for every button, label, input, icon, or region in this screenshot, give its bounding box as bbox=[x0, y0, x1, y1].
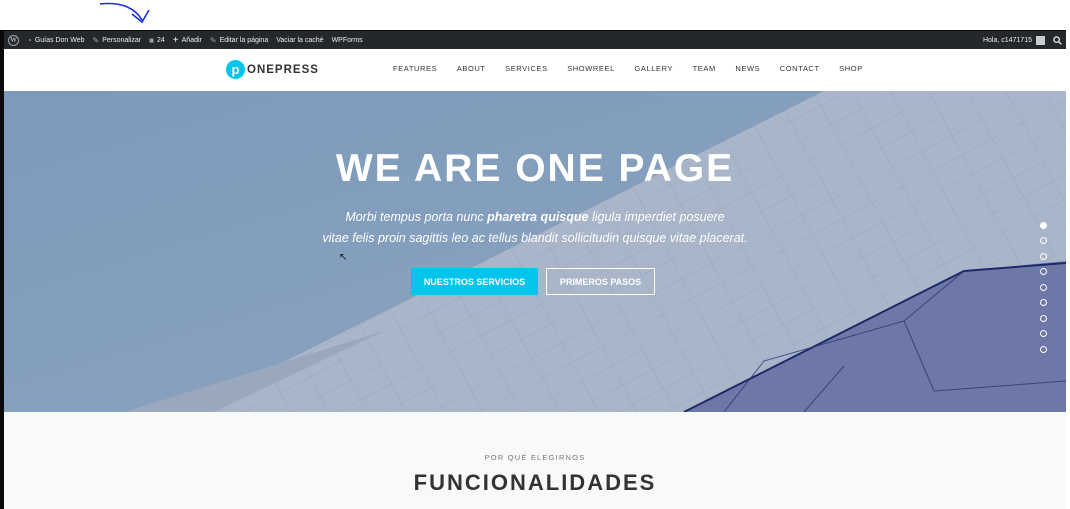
hero-subtitle: Morbi tempus porta nunc pharetra quisque… bbox=[4, 207, 1066, 249]
edit-page-label: Editar la página bbox=[219, 36, 269, 44]
wp-admin-bar: W ◔ Guías Don Web ✎ Personalizar ■ 24 + … bbox=[4, 31, 1066, 49]
nav-item-shop[interactable]: SHOP bbox=[839, 64, 863, 73]
account-menu[interactable]: Hola, c1471715 bbox=[979, 31, 1049, 49]
hero-section: WE ARE ONE PAGE Morbi tempus porta nunc … bbox=[4, 91, 1066, 412]
nav-item-contact[interactable]: CONTACT bbox=[780, 64, 820, 73]
logo-text: ONEPRESS bbox=[247, 63, 319, 76]
plus-icon: + bbox=[172, 34, 179, 46]
nav-item-gallery[interactable]: GALLERY bbox=[634, 64, 673, 73]
site-header: p ONEPRESS FEATURES ABOUT SERVICES SHOWR… bbox=[4, 49, 1066, 92]
nav-item-about[interactable]: ABOUT bbox=[457, 64, 486, 73]
customize-link[interactable]: ✎ Personalizar bbox=[89, 31, 146, 49]
greeting-label: Hola, c1471715 bbox=[982, 36, 1032, 44]
comment-icon: ■ bbox=[149, 35, 154, 45]
slide-dot[interactable] bbox=[1040, 237, 1047, 244]
hero-background-image bbox=[4, 91, 1066, 412]
website-page: W ◔ Guías Don Web ✎ Personalizar ■ 24 + … bbox=[4, 31, 1066, 509]
search-icon bbox=[1053, 35, 1062, 45]
clear-cache-label: Vaciar la caché bbox=[276, 36, 324, 44]
hero-title: WE ARE ONE PAGE bbox=[335, 147, 735, 190]
our-services-button[interactable]: NUESTROS SERVICIOS bbox=[411, 268, 538, 295]
hero-subtitle-part: Morbi tempus porta nunc bbox=[345, 210, 488, 224]
site-name-menu[interactable]: ◔ Guías Don Web bbox=[23, 31, 89, 49]
slide-dot[interactable] bbox=[1040, 222, 1047, 229]
site-logo[interactable]: p ONEPRESS bbox=[226, 60, 319, 79]
avatar bbox=[1036, 35, 1045, 45]
nav-item-team[interactable]: TEAM bbox=[693, 64, 716, 73]
slide-dot[interactable] bbox=[1040, 268, 1047, 275]
getting-started-button[interactable]: PRIMEROS PASOS bbox=[546, 268, 655, 295]
features-eyebrow: POR QUÉ ELEGIRNOS bbox=[484, 453, 586, 462]
slide-dot[interactable] bbox=[1040, 284, 1047, 291]
comments-link[interactable]: ■ 24 bbox=[145, 31, 169, 49]
features-section: POR QUÉ ELEGIRNOS FUNCIONALIDADES bbox=[4, 412, 1066, 509]
new-content-menu[interactable]: + Añadir bbox=[169, 31, 206, 49]
hero-subtitle-line2: vitae felis proin sagittis leo ac tellus… bbox=[322, 231, 748, 245]
onepress-logo-icon: p bbox=[226, 60, 245, 79]
nav-item-services[interactable]: SERVICES bbox=[505, 64, 548, 73]
brush-icon: ✎ bbox=[92, 35, 100, 45]
slide-dot[interactable] bbox=[1040, 253, 1047, 260]
nav-item-features[interactable]: FEATURES bbox=[393, 64, 437, 73]
nav-item-news[interactable]: NEWS bbox=[735, 64, 760, 73]
window-edge bbox=[1066, 30, 1070, 509]
pencil-icon: ✎ bbox=[209, 35, 217, 45]
main-nav: FEATURES ABOUT SERVICES SHOWREEL GALLERY… bbox=[393, 64, 882, 73]
hero-subtitle-part: ligula imperdiet posuere bbox=[588, 210, 725, 224]
edit-page-link[interactable]: ✎ Editar la página bbox=[206, 31, 272, 49]
mouse-cursor-icon: ↖ bbox=[339, 252, 348, 263]
annotation-strip bbox=[0, 0, 1070, 30]
wp-logo-menu[interactable]: W bbox=[4, 31, 23, 49]
annotation-arrow-icon bbox=[99, 2, 150, 24]
wpforms-label: WPForms bbox=[331, 36, 363, 44]
slide-dot[interactable] bbox=[1040, 346, 1047, 353]
search-button[interactable] bbox=[1049, 31, 1066, 49]
new-content-label: Añadir bbox=[181, 36, 202, 44]
wpforms-menu[interactable]: WPForms bbox=[328, 31, 367, 49]
comments-count: 24 bbox=[157, 36, 165, 44]
features-title: FUNCIONALIDADES bbox=[413, 470, 657, 495]
nav-item-showreel[interactable]: SHOWREEL bbox=[567, 64, 615, 73]
slide-dot[interactable] bbox=[1040, 330, 1047, 337]
dashboard-icon: ◔ bbox=[27, 35, 32, 45]
wordpress-icon: W bbox=[8, 34, 19, 46]
slide-dot[interactable] bbox=[1040, 315, 1047, 322]
clear-cache-link[interactable]: Vaciar la caché bbox=[272, 31, 327, 49]
slide-dot[interactable] bbox=[1040, 299, 1047, 306]
site-name-label: Guías Don Web bbox=[34, 36, 85, 44]
customize-label: Personalizar bbox=[102, 36, 142, 44]
hero-subtitle-emphasis: pharetra quisque bbox=[487, 210, 589, 224]
